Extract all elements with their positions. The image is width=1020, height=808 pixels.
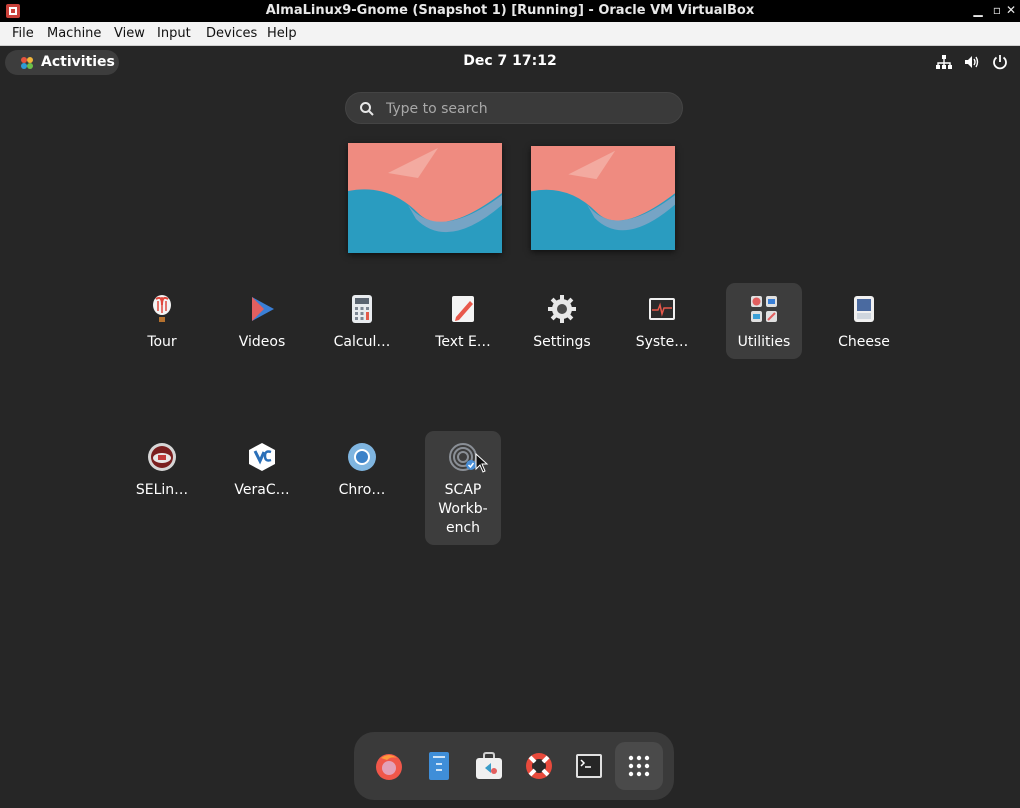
app-settings[interactable]: Settings — [524, 283, 600, 359]
tour-icon — [153, 295, 171, 322]
app-utilities-folder[interactable]: Utilities — [726, 283, 802, 359]
app-label: Calcul… — [333, 334, 391, 350]
window-title: AlmaLinux9-Gnome (Snapshot 1) [Running] … — [265, 3, 755, 18]
system-monitor-icon — [649, 298, 675, 320]
gnome-desktop: Activities Dec 7 17:12 Type to search To… — [0, 46, 1020, 808]
app-label: Chro… — [338, 482, 386, 498]
app-chromium[interactable]: Chro… — [324, 431, 400, 507]
app-label: SCAP Workb- ench — [438, 482, 488, 536]
dock-terminal[interactable] — [565, 742, 613, 790]
dock-files[interactable] — [415, 742, 463, 790]
text-editor-icon — [452, 296, 474, 322]
search-bar[interactable] — [345, 92, 683, 124]
menu-machine[interactable]: Machine — [47, 26, 101, 41]
firefox-icon — [376, 754, 402, 780]
power-icon[interactable] — [991, 53, 1009, 71]
dock-help[interactable] — [515, 742, 563, 790]
app-cheese[interactable]: Cheese — [826, 283, 902, 359]
virtualbox-menubar: File Machine View Input Devices Help — [0, 22, 1020, 46]
app-label: Settings — [533, 334, 591, 350]
app-label: Text E… — [435, 334, 491, 350]
dock-firefox[interactable] — [365, 742, 413, 790]
menu-help[interactable]: Help — [267, 26, 297, 41]
search-icon — [360, 102, 374, 116]
app-label: Utilities — [737, 334, 791, 350]
close-icon[interactable]: ✕ — [1003, 2, 1019, 18]
files-icon — [429, 752, 449, 780]
chromium-icon — [348, 443, 376, 471]
app-calculator[interactable]: Calcul… — [324, 283, 400, 359]
minimize-icon[interactable]: ▁ — [970, 2, 986, 18]
cheese-icon — [854, 296, 874, 322]
app-videos[interactable]: Videos — [224, 283, 300, 359]
clock[interactable]: Dec 7 17:12 — [0, 53, 1020, 69]
wallpaper-thumbnail — [531, 146, 675, 250]
app-system-monitor[interactable]: Syste… — [624, 283, 700, 359]
search-input[interactable] — [386, 99, 666, 119]
volume-icon[interactable] — [963, 53, 981, 71]
app-scap-workbench[interactable]: SCAP Workb- ench — [425, 431, 501, 545]
selinux-icon — [148, 443, 176, 471]
app-tour[interactable]: Tour — [124, 283, 200, 359]
app-label: Syste… — [635, 334, 689, 350]
videos-icon — [252, 297, 274, 321]
app-label: SELin… — [135, 482, 189, 498]
app-veracrypt[interactable]: VeraC… — [224, 431, 300, 507]
workspace-thumbnail-2[interactable] — [531, 146, 675, 250]
app-selinux[interactable]: SELin… — [124, 431, 200, 507]
network-icon[interactable] — [935, 53, 953, 71]
virtualbox-titlebar: AlmaLinux9-Gnome (Snapshot 1) [Running] … — [0, 0, 1020, 22]
gnome-top-bar: Activities Dec 7 17:12 — [0, 46, 1020, 77]
dock-show-apps[interactable] — [615, 742, 663, 790]
help-icon — [526, 753, 552, 779]
mouse-cursor-icon — [475, 453, 489, 473]
menu-devices[interactable]: Devices — [206, 26, 257, 41]
app-text-editor[interactable]: Text E… — [425, 283, 501, 359]
dock-software[interactable] — [465, 742, 513, 790]
app-label: Cheese — [838, 334, 890, 350]
menu-input[interactable]: Input — [157, 26, 191, 41]
utilities-folder-icon — [751, 296, 777, 322]
calculator-icon — [352, 295, 372, 323]
menu-file[interactable]: File — [12, 26, 34, 41]
app-label: VeraC… — [234, 482, 290, 498]
veracrypt-icon — [249, 443, 275, 471]
workspace-thumbnail-1[interactable] — [348, 143, 502, 253]
software-icon — [476, 752, 502, 779]
app-grid-icon — [628, 755, 650, 777]
app-label: Videos — [238, 334, 286, 350]
dash-dock — [354, 732, 674, 800]
app-label: Tour — [147, 334, 177, 350]
wallpaper-thumbnail — [348, 143, 502, 253]
settings-icon — [548, 295, 576, 323]
terminal-icon — [576, 754, 602, 778]
menu-view[interactable]: View — [114, 26, 145, 41]
